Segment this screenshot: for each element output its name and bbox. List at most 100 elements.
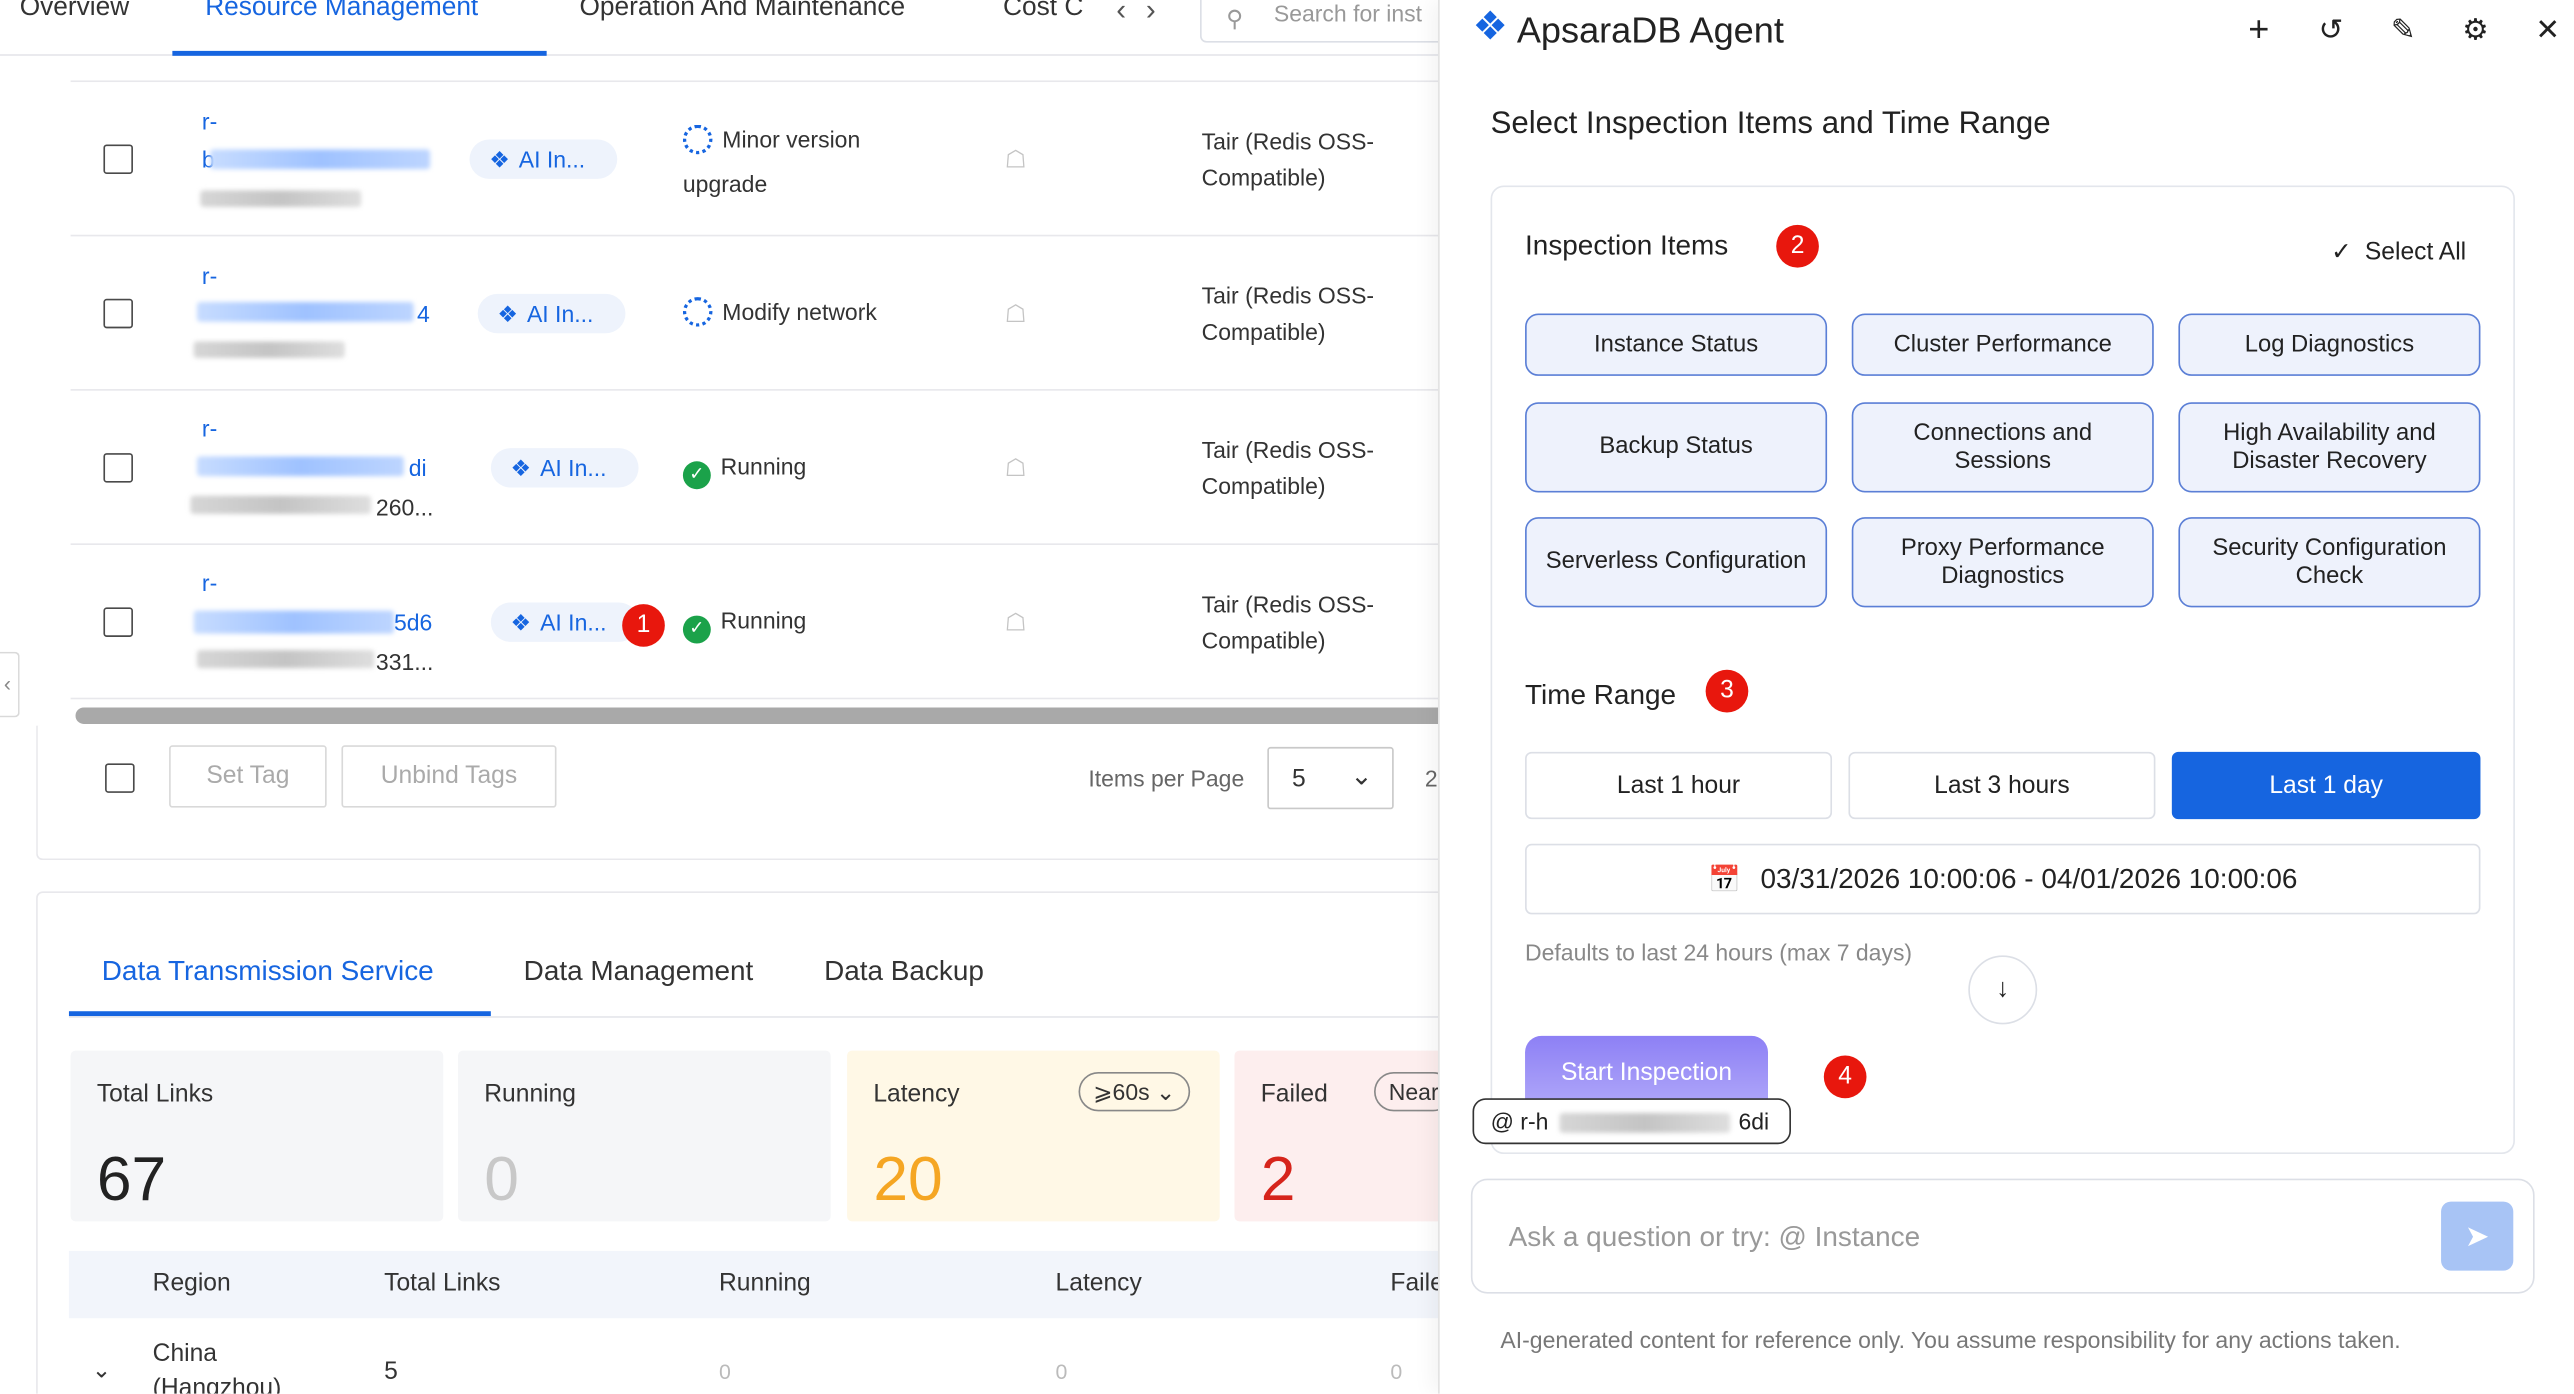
agent-logo-icon: ❖ <box>1472 4 1508 50</box>
tag-icon[interactable]: ☖ <box>1005 299 1027 328</box>
instance-id-suffix[interactable]: di <box>409 455 427 481</box>
inspection-item-connections-sessions[interactable]: Connections and Sessions <box>1851 402 2154 493</box>
settings-icon[interactable]: ⚙ <box>2456 13 2495 47</box>
engine-type: Tair (Redis OSS-Compatible) <box>1201 282 1375 345</box>
time-option-last-1-day[interactable]: Last 1 day <box>2171 751 2481 820</box>
ai-inspection-tag[interactable]: ❖ AI In... <box>490 448 639 488</box>
inspection-item-instance-status[interactable]: Instance Status <box>1525 313 1828 376</box>
select-all-rows-checkbox[interactable] <box>105 763 135 793</box>
column-header-total-links[interactable]: Total Links <box>384 1269 500 1297</box>
instance-id-prefix[interactable]: r- <box>202 570 217 596</box>
items-per-page-select[interactable]: 5 ⌄ <box>1267 746 1394 810</box>
history-icon[interactable]: ↺ <box>2311 13 2350 47</box>
tab-operation-and-maintenance[interactable]: Operation And Maintenance <box>579 0 905 23</box>
tab-overview[interactable]: Overview <box>20 0 129 23</box>
instance-id-suffix[interactable]: 4 <box>417 300 430 326</box>
engine-type: Tair (Redis OSS-Compatible) <box>1201 128 1375 191</box>
inspection-item-log-diagnostics[interactable]: Log Diagnostics <box>2178 313 2481 376</box>
ai-inspection-tag[interactable]: ❖ AI In... <box>490 602 639 642</box>
instance-id-prefix[interactable]: r- <box>202 415 217 441</box>
redacted-instance-name <box>200 190 362 207</box>
ai-sparkle-icon: ❖ <box>510 454 532 481</box>
tag-icon[interactable]: ☖ <box>1005 607 1027 637</box>
stat-card-failed[interactable]: Failed Near 2 <box>1234 1050 1439 1222</box>
calendar-icon: 📅 <box>1708 866 1741 895</box>
instance-id-suffix[interactable]: 5d6 <box>394 609 432 635</box>
ai-inspection-tag[interactable]: ❖ AI In... <box>469 139 618 179</box>
inspection-item-proxy-performance[interactable]: Proxy Performance Diagnostics <box>1851 517 2154 608</box>
plus-icon[interactable]: + <box>2239 8 2278 51</box>
instance-id-prefix[interactable]: r- <box>202 263 217 289</box>
cell-total-links[interactable]: 5 <box>384 1358 398 1386</box>
edit-icon[interactable]: ✎ <box>2384 13 2423 47</box>
tab-resource-management[interactable]: Resource Management <box>205 0 478 23</box>
redacted-instance-name <box>190 495 372 514</box>
chevron-left-icon[interactable]: ‹ <box>4 671 11 696</box>
stat-card-latency[interactable]: Latency ⩾60s ⌄ 20 <box>847 1050 1220 1222</box>
stat-label: Total Links <box>96 1080 214 1109</box>
ai-inspection-tag[interactable]: ❖ AI In... <box>477 293 626 334</box>
region-name: China <box>152 1339 218 1368</box>
annotation-badge-2: 2 <box>1776 224 1819 268</box>
tab-data-management[interactable]: Data Management <box>524 955 754 988</box>
inspection-item-high-availability[interactable]: High Availability and Disaster Recovery <box>2178 402 2481 493</box>
row-checkbox[interactable] <box>103 453 133 483</box>
tag-icon[interactable]: ☖ <box>1005 453 1027 483</box>
cell-failed: 0 <box>1390 1359 1403 1384</box>
instance-status: ✓ Running <box>682 445 806 490</box>
expand-chevron-icon[interactable]: ⌄ <box>92 1356 111 1384</box>
row-divider <box>70 80 1439 83</box>
failed-range-select[interactable]: Near <box>1374 1071 1439 1112</box>
tab-data-transmission-service[interactable]: Data Transmission Service <box>102 955 434 988</box>
row-checkbox[interactable] <box>103 144 133 175</box>
date-range-picker[interactable]: 📅 03/31/2026 10:00:06 - 04/01/2026 10:00:… <box>1525 843 2481 915</box>
send-button[interactable]: ➤ <box>2441 1201 2514 1271</box>
chevron-right-icon[interactable]: › <box>1146 0 1176 26</box>
stat-card-total-links[interactable]: Total Links 67 <box>70 1050 444 1222</box>
time-option-last-3-hours[interactable]: Last 3 hours <box>1848 751 2156 820</box>
latency-threshold-select[interactable]: ⩾60s ⌄ <box>1078 1071 1191 1112</box>
chat-input-box[interactable]: ➤ <box>1470 1178 2535 1294</box>
inspection-item-serverless-configuration[interactable]: Serverless Configuration <box>1525 517 1828 608</box>
set-tag-button[interactable]: Set Tag <box>169 745 327 808</box>
stat-card-running[interactable]: Running 0 <box>458 1050 831 1222</box>
mention-suffix: 6di <box>1738 1108 1770 1135</box>
column-header-running[interactable]: Running <box>719 1269 811 1297</box>
column-header-region[interactable]: Region <box>153 1269 231 1297</box>
tab-data-backup[interactable]: Data Backup <box>824 955 984 988</box>
instance-id-prefix[interactable]: r- <box>202 108 217 134</box>
inspection-item-security-configuration[interactable]: Security Configuration Check <box>2178 517 2481 608</box>
items-per-page-label: Items per Page <box>1088 764 1245 792</box>
column-header-latency[interactable]: Latency <box>1056 1269 1142 1297</box>
row-checkbox[interactable] <box>103 298 133 329</box>
region-name-line2: (Hangzhou) <box>152 1374 282 1394</box>
search-placeholder[interactable]: Search for inst <box>1274 0 1422 26</box>
scroll-down-button[interactable]: ↓ <box>1968 955 2038 1025</box>
redacted-mention-id <box>1559 1113 1731 1133</box>
instance-mention-chip[interactable]: @ r-h 6di <box>1472 1098 1791 1145</box>
ai-sparkle-icon: ❖ <box>497 300 519 327</box>
instance-name-suffix: 260... <box>375 494 434 521</box>
stat-value: 0 <box>484 1145 519 1215</box>
tag-icon[interactable]: ☖ <box>1005 144 1027 174</box>
select-all-toggle[interactable]: ✓ Select All <box>2331 236 2466 266</box>
unbind-tags-button[interactable]: Unbind Tags <box>341 745 557 808</box>
pagination-fragment[interactable]: 2 <box>1425 765 1438 791</box>
loading-icon <box>682 297 713 327</box>
close-icon[interactable]: ✕ <box>2528 13 2567 47</box>
collapse-sidebar-handle[interactable]: ‹ <box>0 651 20 718</box>
column-header-failed[interactable]: Faile <box>1390 1269 1438 1297</box>
tab-cost[interactable]: Cost C <box>1003 0 1083 23</box>
tab-scroll-arrows[interactable]: ‹› <box>1116 0 1175 28</box>
instance-search-box[interactable]: ⚲ Search for inst <box>1200 0 1439 43</box>
horizontal-scrollbar[interactable] <box>75 707 1439 724</box>
row-divider <box>70 234 1439 237</box>
inspection-item-backup-status[interactable]: Backup Status <box>1525 402 1828 493</box>
row-checkbox[interactable] <box>103 607 133 637</box>
cell-running: 0 <box>719 1359 731 1384</box>
stat-label: Latency <box>873 1080 960 1109</box>
chat-input[interactable] <box>1508 1216 2396 1260</box>
inspection-item-cluster-performance[interactable]: Cluster Performance <box>1851 313 2154 376</box>
chevron-left-icon[interactable]: ‹ <box>1116 0 1146 26</box>
time-option-last-1-hour[interactable]: Last 1 hour <box>1525 751 1833 820</box>
